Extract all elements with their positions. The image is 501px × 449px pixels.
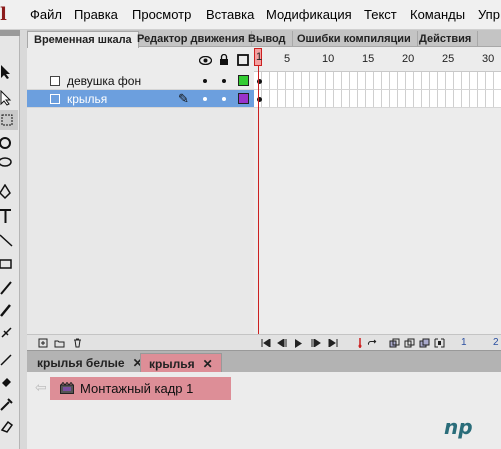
play-icon[interactable] xyxy=(293,338,304,348)
go-to-first-frame-icon[interactable] xyxy=(260,338,271,348)
doc-tab-label: крылья xyxy=(149,357,195,371)
close-icon[interactable]: ✕ xyxy=(203,357,213,371)
doc-tab[interactable]: крылья ✕ xyxy=(140,353,222,372)
step-back-icon[interactable] xyxy=(276,338,287,348)
visibility-toggle[interactable] xyxy=(203,79,207,83)
layer-list-empty-area xyxy=(27,108,254,334)
tab-output[interactable]: Вывод xyxy=(242,31,293,47)
tab-motion-editor[interactable]: Редактор движения xyxy=(131,31,252,47)
eraser-tool-icon[interactable] xyxy=(0,416,18,436)
pen-tool-icon[interactable] xyxy=(0,182,18,202)
step-forward-icon[interactable] xyxy=(310,338,321,348)
document-tab-bar: крылья белые ✕ крылья ✕ xyxy=(27,350,501,372)
trash-icon[interactable] xyxy=(72,338,83,348)
menu-insert[interactable]: Вставка xyxy=(206,7,254,22)
scene-breadcrumb[interactable]: Монтажный кадр 1 xyxy=(50,377,231,400)
back-arrow-icon[interactable]: ⇦ xyxy=(35,379,47,396)
layer-name: девушка фон xyxy=(67,74,142,88)
frame-track[interactable] xyxy=(254,90,501,108)
scene-icon xyxy=(60,382,74,394)
ruler-label: 15 xyxy=(362,53,375,65)
selection-tool-icon[interactable] xyxy=(0,62,18,82)
onion-skin-icon[interactable] xyxy=(389,338,400,348)
timeline-panel: Временная шкала Редактор движения Вывод … xyxy=(27,30,501,350)
new-folder-icon[interactable] xyxy=(54,338,65,348)
panel-tab-bar: Временная шкала Редактор движения Вывод … xyxy=(27,30,501,48)
lock-toggle[interactable] xyxy=(222,97,226,101)
menu-file[interactable]: Файл xyxy=(30,7,62,22)
lasso-tool-icon[interactable] xyxy=(0,154,18,174)
layer-row[interactable]: девушка фон xyxy=(27,72,501,90)
text-tool-icon[interactable] xyxy=(0,206,18,226)
menu-control[interactable]: Упр xyxy=(478,7,500,22)
bone-tool-icon[interactable] xyxy=(0,350,18,370)
ruler-label: 30 xyxy=(482,53,495,65)
pencil-icon: ✎ xyxy=(178,91,189,106)
layer-header[interactable]: крылья ✎ xyxy=(27,90,254,108)
go-to-last-frame-icon[interactable] xyxy=(327,338,338,348)
timeline-header: 5 10 15 20 25 30 xyxy=(27,48,501,72)
menu-commands[interactable]: Команды xyxy=(410,7,465,22)
deco-tool-icon[interactable] xyxy=(0,322,18,342)
menu-bar: l Файл Правка Просмотр Вставка Модификац… xyxy=(0,0,501,30)
layer-name: крылья xyxy=(67,92,108,106)
outline-color-swatch[interactable] xyxy=(238,75,249,86)
brush-tool-icon[interactable] xyxy=(0,300,18,320)
timeline-toolbar: 1 2 xyxy=(27,334,501,350)
frame-ruler[interactable]: 5 10 15 20 25 30 xyxy=(254,48,501,72)
layer-row[interactable]: крылья ✎ xyxy=(27,90,501,108)
new-layer-icon[interactable] xyxy=(37,338,48,348)
layer-header[interactable]: девушка фон xyxy=(27,72,254,90)
menu-text[interactable]: Текст xyxy=(364,7,397,22)
doc-tab-label: крылья белые xyxy=(37,356,125,370)
layer-icon xyxy=(50,76,60,86)
pencil-tool-icon[interactable] xyxy=(0,278,18,298)
free-transform-tool-icon[interactable] xyxy=(0,110,18,130)
outline-color-swatch[interactable] xyxy=(238,93,249,104)
menu-edit[interactable]: Правка xyxy=(74,7,118,22)
current-frame-field[interactable]: 1 xyxy=(461,337,467,348)
menu-view[interactable]: Просмотр xyxy=(132,7,191,22)
layer-icon xyxy=(50,94,60,104)
subselection-tool-icon[interactable] xyxy=(0,88,18,108)
rectangle-tool-icon[interactable] xyxy=(0,254,18,274)
paint-bucket-tool-icon[interactable] xyxy=(0,372,18,392)
watermark-text: np xyxy=(444,415,473,439)
lock-icon[interactable] xyxy=(217,53,231,67)
ruler-label: 25 xyxy=(442,53,455,65)
playhead-line xyxy=(258,66,259,334)
tab-timeline[interactable]: Временная шкала xyxy=(27,31,139,48)
modify-onion-markers-icon[interactable] xyxy=(434,338,445,348)
ruler-label: 20 xyxy=(402,53,415,65)
tab-actions[interactable]: Действия xyxy=(413,31,479,47)
frame-track[interactable] xyxy=(254,72,501,90)
ruler-label: 10 xyxy=(322,53,335,65)
doc-tab[interactable]: крылья белые ✕ xyxy=(29,353,151,372)
tools-panel-header[interactable] xyxy=(0,30,20,36)
line-tool-icon[interactable] xyxy=(0,230,18,250)
stage-area: ⇦ Монтажный кадр 1 np xyxy=(27,372,501,449)
eyedropper-tool-icon[interactable] xyxy=(0,394,18,414)
3d-rotation-tool-icon[interactable] xyxy=(0,133,18,153)
current-frame-label: 1 xyxy=(256,51,263,63)
onion-skin-outlines-icon[interactable] xyxy=(404,338,415,348)
tools-panel xyxy=(0,30,20,449)
edit-multiple-frames-icon[interactable] xyxy=(419,338,430,348)
tab-compiler-errors[interactable]: Ошибки компиляции xyxy=(291,31,418,47)
visibility-toggle[interactable] xyxy=(203,97,207,101)
frame-area-empty xyxy=(254,108,501,334)
center-frame-icon[interactable] xyxy=(354,338,365,348)
menu-modify[interactable]: Модификация xyxy=(266,7,352,22)
scene-label: Монтажный кадр 1 xyxy=(80,381,194,396)
eye-icon[interactable] xyxy=(198,53,212,67)
loop-icon[interactable] xyxy=(367,338,378,348)
lock-toggle[interactable] xyxy=(222,79,226,83)
app-logo: l xyxy=(0,4,7,24)
frame-rate-field[interactable]: 2 xyxy=(493,337,499,348)
outline-icon[interactable] xyxy=(236,53,250,67)
ruler-label: 5 xyxy=(284,53,291,65)
